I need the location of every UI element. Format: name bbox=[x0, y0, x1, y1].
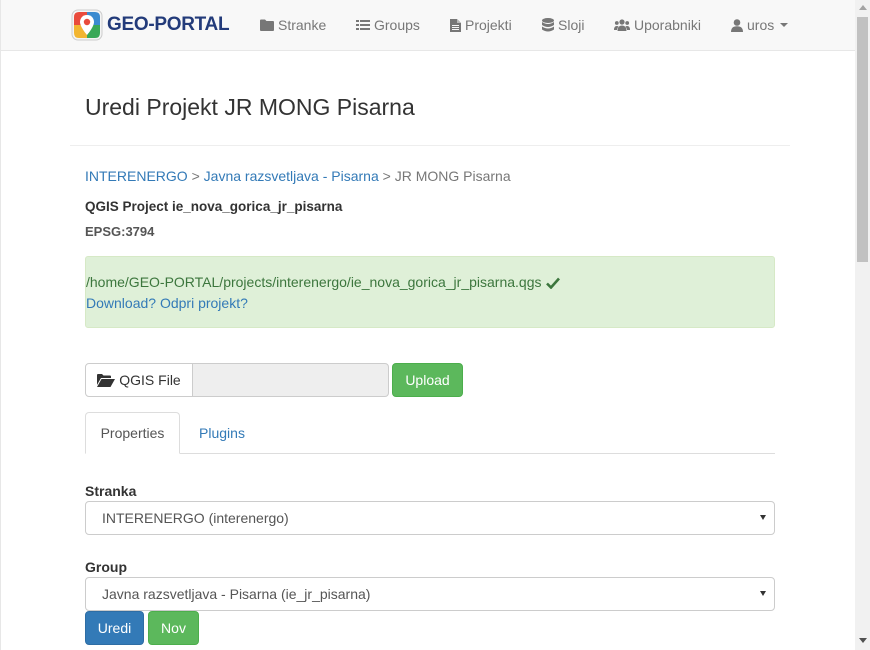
scroll-down-arrow-icon[interactable] bbox=[859, 638, 867, 643]
divider bbox=[70, 145, 790, 146]
breadcrumb-separator: > bbox=[382, 168, 391, 184]
new-button[interactable]: Nov bbox=[148, 611, 199, 645]
tab-properties[interactable]: Properties bbox=[85, 412, 180, 454]
nav-item-stranke[interactable]: Stranke bbox=[260, 0, 326, 50]
users-icon bbox=[614, 19, 630, 31]
nav-label: Projekti bbox=[465, 17, 512, 33]
nav-label: Sloji bbox=[558, 17, 585, 33]
geo-portal-logo-icon bbox=[71, 9, 103, 41]
brand-name: GEO-PORTAL bbox=[107, 14, 230, 35]
nav-label: Groups bbox=[374, 17, 420, 33]
upload-button[interactable]: Upload bbox=[392, 363, 463, 397]
group-label: Group bbox=[85, 559, 127, 575]
folder-open-icon bbox=[97, 373, 116, 387]
database-icon bbox=[542, 18, 554, 32]
dropdown-arrow-icon bbox=[760, 591, 766, 596]
alert-links: Download? Odpri projekt? bbox=[86, 295, 248, 311]
nav-item-groups[interactable]: Groups bbox=[356, 0, 420, 50]
breadcrumb: INTERENERGO > Javna razsvetljava - Pisar… bbox=[85, 168, 511, 184]
page: GEO-PORTAL Stranke Groups Projekti Sloji… bbox=[0, 0, 855, 650]
nav-item-projekti[interactable]: Projekti bbox=[450, 0, 512, 50]
scroll-up-arrow-icon[interactable] bbox=[859, 5, 867, 10]
check-icon bbox=[545, 277, 560, 290]
project-path-line: /home/GEO-PORTAL/projects/interenergo/ie… bbox=[86, 274, 560, 290]
scrollbar[interactable] bbox=[855, 0, 870, 650]
caret-down-icon bbox=[780, 23, 789, 27]
tab-plugins[interactable]: Plugins bbox=[182, 412, 262, 454]
stranka-selected-value: INTERENERGO (interenergo) bbox=[102, 510, 289, 526]
epsg-code: EPSG:3794 bbox=[85, 224, 155, 239]
user-name: uros bbox=[747, 17, 775, 33]
stranka-label: Stranka bbox=[85, 483, 137, 499]
nav-label: Uporabniki bbox=[634, 17, 701, 33]
download-link[interactable]: Download? bbox=[86, 295, 156, 311]
brand[interactable]: GEO-PORTAL bbox=[71, 8, 230, 42]
scrollbar-thumb[interactable] bbox=[857, 17, 868, 262]
save-button[interactable]: Uredi bbox=[85, 611, 144, 645]
group-selected-value: Javna razsvetljava - Pisarna (ie_jr_pisa… bbox=[102, 586, 371, 602]
nav-item-uporabniki[interactable]: Uporabniki bbox=[614, 0, 701, 50]
group-select[interactable]: Javna razsvetljava - Pisarna (ie_jr_pisa… bbox=[85, 577, 775, 611]
qgis-project-name: QGIS Project ie_nova_gorica_jr_pisarna bbox=[85, 199, 343, 214]
stranka-select[interactable]: INTERENERGO (interenergo) bbox=[85, 501, 775, 535]
file-path-input[interactable] bbox=[192, 363, 389, 397]
qgis-file-button[interactable]: QGIS File bbox=[85, 363, 193, 397]
project-file-alert: /home/GEO-PORTAL/projects/interenergo/ie… bbox=[85, 256, 775, 328]
breadcrumb-current: JR MONG Pisarna bbox=[394, 168, 511, 184]
qgis-file-label: QGIS File bbox=[119, 372, 181, 388]
file-icon bbox=[450, 18, 461, 32]
page-title: Uredi Projekt JR MONG Pisarna bbox=[85, 94, 415, 120]
navbar: GEO-PORTAL Stranke Groups Projekti Sloji… bbox=[1, 0, 855, 51]
user-menu[interactable]: uros bbox=[731, 0, 789, 50]
nav-label: Stranke bbox=[278, 17, 327, 33]
user-icon bbox=[731, 18, 743, 32]
list-icon bbox=[356, 20, 370, 30]
breadcrumb-separator: > bbox=[191, 168, 200, 184]
breadcrumb-link-group[interactable]: Javna razsvetljava - Pisarna bbox=[204, 168, 379, 184]
open-project-link[interactable]: Odpri projekt? bbox=[160, 295, 248, 311]
dropdown-arrow-icon bbox=[760, 515, 766, 520]
project-path: /home/GEO-PORTAL/projects/interenergo/ie… bbox=[86, 274, 542, 290]
breadcrumb-link-client[interactable]: INTERENERGO bbox=[85, 168, 188, 184]
nav-item-sloji[interactable]: Sloji bbox=[542, 0, 584, 50]
folder-icon bbox=[260, 19, 274, 31]
